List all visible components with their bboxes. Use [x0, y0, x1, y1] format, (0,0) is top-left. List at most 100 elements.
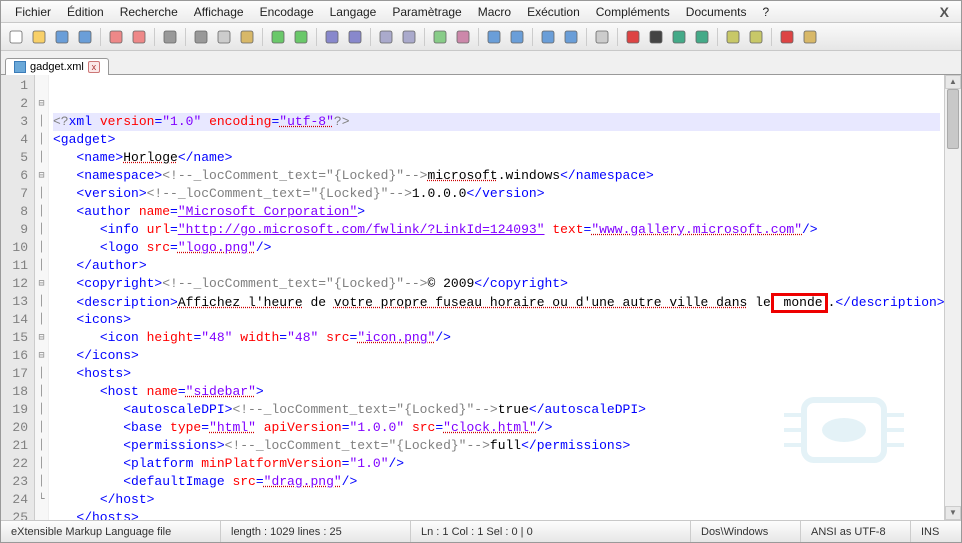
code-line[interactable]: <version><!--_locComment_text="{Locked}"…: [53, 185, 940, 203]
code-line[interactable]: <hosts>: [53, 365, 940, 383]
fold-marker[interactable]: │: [35, 383, 48, 401]
code-line[interactable]: <permissions><!--_locComment_text="{Lock…: [53, 437, 940, 455]
stop-button[interactable]: [645, 26, 667, 48]
fold-marker[interactable]: │: [35, 149, 48, 167]
menu-excution[interactable]: Exécution: [519, 3, 588, 21]
menu-[interactable]: ?: [755, 3, 778, 21]
paste-button[interactable]: [236, 26, 258, 48]
fold-marker[interactable]: [35, 509, 48, 520]
print-button[interactable]: [159, 26, 181, 48]
fold-marker[interactable]: │: [35, 311, 48, 329]
code-line[interactable]: <gadget>: [53, 131, 940, 149]
fold-marker[interactable]: │: [35, 221, 48, 239]
scroll-up-arrow-icon[interactable]: ▲: [945, 75, 961, 89]
wrap-button[interactable]: [452, 26, 474, 48]
fold-marker[interactable]: │: [35, 257, 48, 275]
fold-marker[interactable]: │: [35, 131, 48, 149]
fold-marker[interactable]: ⊟: [35, 167, 48, 185]
code-line[interactable]: <info url="http://go.microsoft.com/fwlin…: [53, 221, 940, 239]
code-line[interactable]: <host name="sidebar">: [53, 383, 940, 401]
fold-marker[interactable]: ⊟: [35, 329, 48, 347]
play-multi-button[interactable]: [691, 26, 713, 48]
editor-area[interactable]: 1234567891011121314151617181920212223242…: [1, 75, 961, 520]
save-all-button[interactable]: [74, 26, 96, 48]
menu-dition[interactable]: Édition: [59, 3, 112, 21]
vertical-scrollbar[interactable]: ▲ ▼: [944, 75, 961, 520]
menu-encodage[interactable]: Encodage: [252, 3, 322, 21]
menu-documents[interactable]: Documents: [678, 3, 755, 21]
folder-button[interactable]: [799, 26, 821, 48]
close-button[interactable]: [105, 26, 127, 48]
scroll-thumb[interactable]: [947, 89, 959, 149]
unfold-button[interactable]: [560, 26, 582, 48]
code-line[interactable]: <author name="Microsoft Corporation">: [53, 203, 940, 221]
fold-marker[interactable]: │: [35, 113, 48, 131]
fold-button[interactable]: [537, 26, 559, 48]
code-line[interactable]: </icons>: [53, 347, 940, 365]
spell-button[interactable]: [776, 26, 798, 48]
play-button[interactable]: [668, 26, 690, 48]
new-button[interactable]: [5, 26, 27, 48]
hide-button[interactable]: [591, 26, 613, 48]
code-editor[interactable]: <?xml version="1.0" encoding="utf-8"?><g…: [49, 75, 944, 520]
all-chars-button[interactable]: [483, 26, 505, 48]
code-line[interactable]: <icon height="48" width="48" src="icon.p…: [53, 329, 940, 347]
code-line[interactable]: </hosts>: [53, 509, 940, 520]
code-line[interactable]: <name>Horloge</name>: [53, 149, 940, 167]
file-tab[interactable]: gadget.xml x: [5, 58, 109, 75]
fold-marker[interactable]: ⊟: [35, 95, 48, 113]
undo-button[interactable]: [267, 26, 289, 48]
menu-paramtrage[interactable]: Paramètrage: [384, 3, 469, 21]
code-line[interactable]: <?xml version="1.0" encoding="utf-8"?>: [53, 113, 940, 131]
window-close-x[interactable]: X: [934, 4, 955, 20]
fold-marker[interactable]: │: [35, 401, 48, 419]
code-line[interactable]: <defaultImage src="drag.png"/>: [53, 473, 940, 491]
menu-langage[interactable]: Langage: [322, 3, 385, 21]
open-button[interactable]: [28, 26, 50, 48]
indent-button[interactable]: [506, 26, 528, 48]
menu-macro[interactable]: Macro: [470, 3, 519, 21]
code-line[interactable]: <platform minPlatformVersion="1.0"/>: [53, 455, 940, 473]
menu-complments[interactable]: Compléments: [588, 3, 678, 21]
code-line[interactable]: <description>Affichez l'heure de votre p…: [53, 293, 940, 311]
redo-button[interactable]: [290, 26, 312, 48]
record-button[interactable]: [622, 26, 644, 48]
zoom-in-button[interactable]: [375, 26, 397, 48]
code-line[interactable]: <autoscaleDPI><!--_locComment_text="{Loc…: [53, 401, 940, 419]
menu-fichier[interactable]: Fichier: [7, 3, 59, 21]
replace-button[interactable]: [344, 26, 366, 48]
fold-marker[interactable]: │: [35, 185, 48, 203]
fold-marker[interactable]: │: [35, 473, 48, 491]
code-line[interactable]: </author>: [53, 257, 940, 275]
close-all-button[interactable]: [128, 26, 150, 48]
fold-gutter[interactable]: ⊟│││⊟│││││⊟││⊟⊟│││││││└: [35, 75, 49, 520]
ext2-button[interactable]: [745, 26, 767, 48]
code-line[interactable]: <copyright><!--_locComment_text="{Locked…: [53, 275, 940, 293]
fold-marker[interactable]: ⊟: [35, 275, 48, 293]
menu-recherche[interactable]: Recherche: [112, 3, 186, 21]
save-button[interactable]: [51, 26, 73, 48]
code-line[interactable]: <logo src="logo.png"/>: [53, 239, 940, 257]
code-line[interactable]: <base type="html" apiVersion="1.0.0" src…: [53, 419, 940, 437]
fold-marker[interactable]: │: [35, 203, 48, 221]
fold-marker[interactable]: │: [35, 365, 48, 383]
ext1-button[interactable]: [722, 26, 744, 48]
fold-marker[interactable]: │: [35, 239, 48, 257]
fold-marker[interactable]: │: [35, 419, 48, 437]
fold-marker[interactable]: │: [35, 437, 48, 455]
code-line[interactable]: <icons>: [53, 311, 940, 329]
menu-affichage[interactable]: Affichage: [186, 3, 252, 21]
fold-marker[interactable]: ⊟: [35, 347, 48, 365]
copy-button[interactable]: [213, 26, 235, 48]
fold-marker[interactable]: [35, 77, 48, 95]
fold-marker[interactable]: │: [35, 455, 48, 473]
code-line[interactable]: </host>: [53, 491, 940, 509]
zoom-out-button[interactable]: [398, 26, 420, 48]
sync-button[interactable]: [429, 26, 451, 48]
fold-marker[interactable]: │: [35, 293, 48, 311]
fold-marker[interactable]: └: [35, 491, 48, 509]
tab-close-icon[interactable]: x: [88, 61, 100, 73]
find-button[interactable]: [321, 26, 343, 48]
cut-button[interactable]: [190, 26, 212, 48]
code-line[interactable]: <namespace><!--_locComment_text="{Locked…: [53, 167, 940, 185]
